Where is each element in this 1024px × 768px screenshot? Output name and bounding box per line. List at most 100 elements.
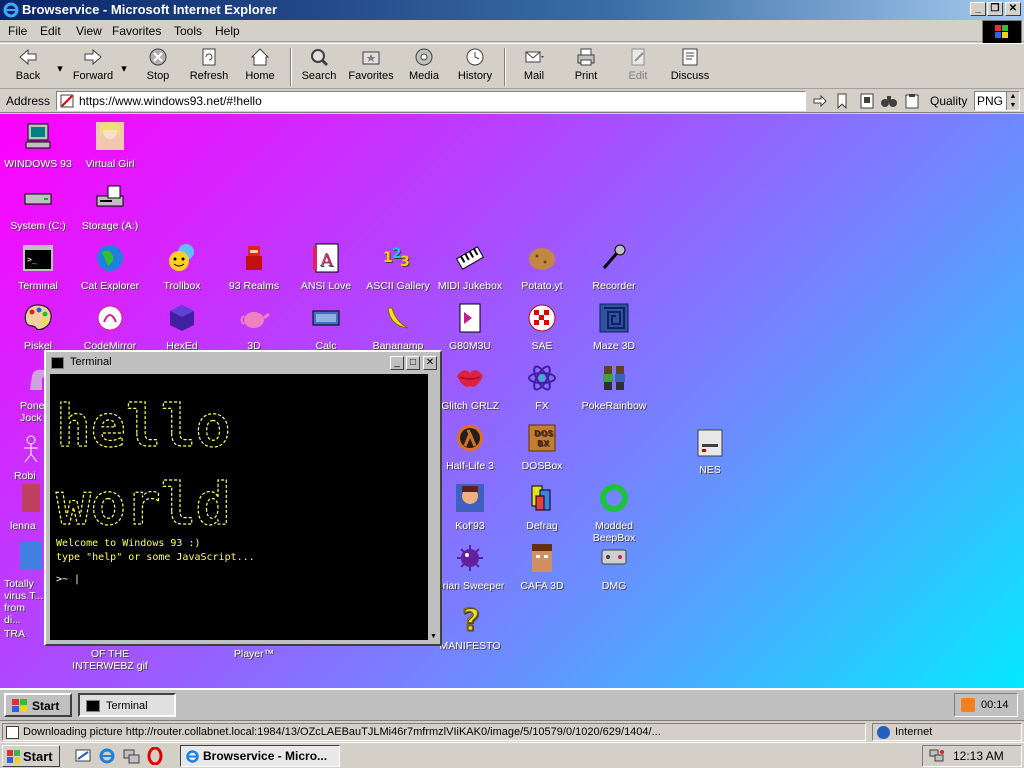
ie-quicklaunch-icon[interactable]	[98, 747, 116, 765]
host-taskbar-ie-task[interactable]: Browservice - Micro...	[180, 745, 340, 767]
desktop-icon-interwebz-partial[interactable]: OF THE INTERWEBZ gif	[72, 648, 148, 672]
close-button[interactable]: ✕	[1005, 2, 1021, 16]
terminal-window[interactable]: Terminal _ □ ✕ hello world Welcome to Wi…	[44, 350, 442, 646]
desktop-icon-terminal[interactable]: >_ Terminal	[0, 242, 76, 292]
restore-button[interactable]: ❐	[987, 2, 1003, 16]
menu-tools[interactable]: Tools	[174, 24, 202, 38]
desktop-icon-manifesto[interactable]: ? MANIFESTO	[432, 602, 508, 653]
forward-button[interactable]: Forward	[70, 46, 116, 88]
binoculars-icon[interactable]	[880, 93, 898, 109]
network-quicklaunch-icon[interactable]	[122, 747, 140, 765]
desktop-icon-virtual-girl[interactable]: Virtual Girl	[72, 120, 148, 170]
terminal-output[interactable]: hello world Welcome to Windows 93 :) typ…	[50, 374, 428, 640]
terminal-maximize-button[interactable]: □	[406, 356, 420, 370]
title-bar[interactable]: Browservice - Microsoft Internet Explore…	[0, 0, 1024, 20]
minimize-button[interactable]: _	[970, 2, 986, 16]
win93-start-button[interactable]: Start	[4, 693, 72, 717]
desktop-icon-maze-3d[interactable]: Maze 3D	[576, 302, 652, 352]
mail-button[interactable]: Mail	[514, 46, 554, 88]
media-button[interactable]: Media	[404, 46, 444, 88]
desktop-icon-potato-yt[interactable]: Potato.yt	[504, 242, 580, 292]
menu-edit[interactable]: Edit	[40, 24, 61, 38]
favorites-button[interactable]: Favorites	[346, 46, 396, 88]
bookmark-icon[interactable]	[836, 93, 848, 109]
search-icon	[311, 49, 329, 67]
desktop-icon-3d[interactable]: 3D	[216, 302, 292, 352]
desktop-icon-modded-beepbox[interactable]: Modded BeepBox	[576, 482, 652, 544]
web-viewport-desktop[interactable]: WINDOWS 93 Virtual Girl System (C:) Stor…	[0, 114, 1024, 720]
win93-taskbar-terminal[interactable]: Terminal	[78, 693, 176, 717]
toolbar: Back ▾ Forward ▾ Stop Refresh Home Searc…	[0, 43, 1024, 89]
page-icon[interactable]	[860, 93, 874, 109]
terminal-title-bar[interactable]: Terminal _ □ ✕	[48, 354, 438, 372]
print-button[interactable]: Print	[566, 46, 606, 88]
internet-globe-icon	[877, 726, 890, 739]
terminal-scrollbar[interactable]: ▼	[430, 374, 438, 640]
desktop-icon-g80m3u[interactable]: G80M3U	[432, 302, 508, 352]
desktop-icon-storage-a[interactable]: Storage (A:)	[72, 182, 148, 232]
address-input[interactable]: https://www.windows93.net/#!hello	[56, 91, 806, 111]
desktop-icon-ascii-gallery[interactable]: 123 ASCII Gallery	[360, 242, 436, 292]
quality-spinner-icon[interactable]: ▲ ▼	[1006, 92, 1019, 110]
desktop-icon-half-life-3[interactable]: Half-Life 3	[432, 422, 508, 472]
start-button[interactable]: Start	[2, 745, 60, 767]
desktop-icon-system-c[interactable]: System (C:)	[0, 182, 76, 232]
desktop-icon-recorder[interactable]: Recorder	[576, 242, 652, 292]
desktop-icon-nes[interactable]: NES	[672, 426, 748, 476]
quality-select[interactable]: PNG ▲ ▼	[974, 91, 1020, 111]
desktop-icon-windows93[interactable]: WINDOWS 93	[0, 120, 76, 170]
menu-file[interactable]: File	[8, 24, 27, 38]
desktop-icon-sae[interactable]: SAE	[504, 302, 580, 352]
back-button[interactable]: Back	[8, 46, 48, 88]
go-arrow-icon[interactable]	[812, 94, 828, 108]
terminal-close-button[interactable]: ✕	[423, 356, 437, 370]
desktop-icon-midi-jukebox[interactable]: MIDI Jukebox	[432, 242, 508, 292]
desktop-icon-cafa-3d[interactable]: CAFA 3D	[504, 542, 580, 592]
stop-button[interactable]: Stop	[138, 46, 178, 88]
desktop-icon-robi-partial[interactable]: Robi	[14, 432, 46, 482]
tray-network-icon[interactable]	[929, 749, 945, 763]
menu-view[interactable]: View	[76, 24, 102, 38]
desktop-icon-fx[interactable]: FX	[504, 362, 580, 412]
rss-icon[interactable]	[961, 698, 975, 712]
desktop-icon-player-partial[interactable]: Player™	[216, 648, 292, 660]
desktop-icon-trollbox[interactable]: Trollbox	[144, 242, 220, 292]
desktop-icon-calc[interactable]: Calc	[288, 302, 364, 352]
win93-start-icon	[12, 699, 27, 712]
home-button[interactable]: Home	[240, 46, 280, 88]
desktop-icon-piskel[interactable]: Piskel	[0, 302, 76, 352]
desktop-icon-pony-partial[interactable]: Pone Jock	[0, 362, 48, 424]
menu-help[interactable]: Help	[215, 24, 240, 38]
desktop-icon-dosbox[interactable]: DOS BX DOSBox	[504, 422, 580, 472]
desktop-icon-ansi-love[interactable]: A ANSI Love	[288, 242, 364, 292]
defrag-blocks-icon	[531, 485, 551, 511]
refresh-button[interactable]: Refresh	[186, 46, 232, 88]
svg-text:BX: BX	[537, 439, 550, 448]
edit-page-icon	[631, 48, 645, 66]
desktop-icon-codemirror[interactable]: CodeMirror	[72, 302, 148, 352]
desktop-icon-brian-sweeper[interactable]: Brian Sweeper	[432, 542, 508, 592]
scroll-down-icon[interactable]: ▼	[430, 633, 437, 640]
desktop-icon-cat-explorer[interactable]: Cat Explorer	[72, 242, 148, 292]
history-button[interactable]: History	[454, 46, 496, 88]
terminal-prompt[interactable]: >~ |	[56, 574, 80, 585]
search-button[interactable]: Search	[298, 46, 340, 88]
desktop-icon-pokerainbow[interactable]: PokeRainbow	[576, 362, 652, 412]
opera-quicklaunch-icon[interactable]	[146, 747, 164, 765]
desktop-icon-bananamp[interactable]: Bananamp	[360, 302, 436, 352]
discuss-button[interactable]: Discuss	[668, 46, 712, 88]
edit-button[interactable]: Edit	[618, 46, 658, 88]
menu-favorites[interactable]: Favorites	[112, 24, 161, 38]
playlist-file-icon	[459, 303, 481, 333]
desktop-icon-lenna-partial[interactable]: lenna	[10, 482, 44, 532]
show-desktop-icon[interactable]	[74, 747, 92, 765]
terminal-minimize-button[interactable]: _	[390, 356, 404, 370]
desktop-icon-glitch-grlz[interactable]: Glitch GRLZ	[432, 362, 508, 412]
desktop-icon-defrag[interactable]: Defrag	[504, 482, 580, 532]
desktop-icon-dmg[interactable]: DMG	[576, 542, 652, 592]
desktop-icon-93-realms[interactable]: 93 Realms	[216, 242, 292, 292]
desktop-icon-virus-partial[interactable]: Totally virus.T... from di... TRA	[4, 540, 44, 640]
desktop-icon-hexed[interactable]: HexEd	[144, 302, 220, 352]
clipboard-icon[interactable]	[904, 93, 920, 109]
desktop-icon-kof93[interactable]: Kof'93	[432, 482, 508, 532]
